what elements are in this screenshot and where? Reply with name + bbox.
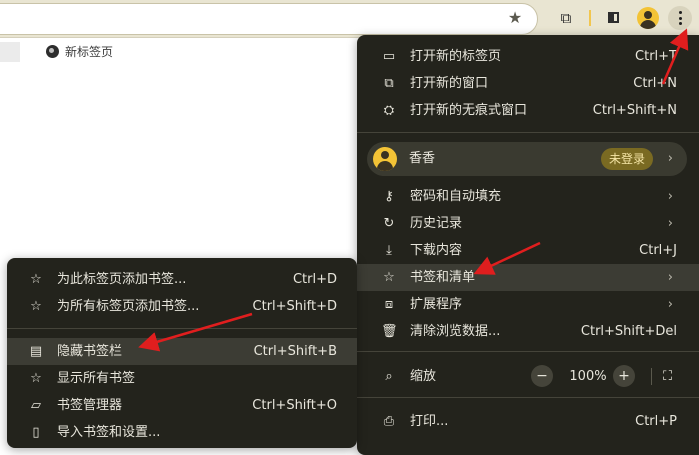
- chevron-right-icon: ›: [667, 297, 673, 312]
- submenu-hide-bookmarks-bar[interactable]: ▤ 隐藏书签栏 Ctrl+Shift+B: [7, 338, 357, 365]
- menu-divider: [357, 132, 699, 133]
- menu-label: 打开新的无痕式窗口: [410, 103, 528, 118]
- profile-avatar-icon[interactable]: [637, 7, 659, 29]
- sign-in-status-badge[interactable]: 未登录: [601, 148, 654, 170]
- menu-label: 书签和清单: [410, 270, 476, 285]
- bookmark-new-tab[interactable]: 新标签页: [46, 44, 113, 60]
- menu-shortcut: Ctrl+N: [633, 76, 677, 91]
- chevron-right-icon: ›: [667, 151, 673, 166]
- star-icon[interactable]: ★: [505, 8, 525, 28]
- menu-passwords-autofill[interactable]: ⚷ 密码和自动填充 ›: [357, 183, 699, 210]
- submenu-import-bookmarks[interactable]: ▯ 导入书签和设置...: [7, 419, 357, 446]
- submenu-bookmark-this-tab[interactable]: ☆ 为此标签页添加书签... Ctrl+D: [7, 266, 357, 293]
- menu-label: 书签管理器: [57, 398, 123, 413]
- zoom-out-button[interactable]: −: [531, 365, 553, 387]
- chevron-right-icon: ›: [667, 189, 673, 204]
- folder-icon: ▱: [31, 398, 41, 413]
- menu-label: 历史记录: [410, 216, 463, 231]
- star-outline-icon: ☆: [30, 299, 42, 314]
- key-icon: ⚷: [384, 189, 394, 204]
- menu-label: 下载内容: [410, 243, 463, 258]
- menu-label: 导入书签和设置...: [57, 425, 161, 440]
- bookmark-placeholder: [0, 42, 20, 62]
- menu-label: 扩展程序: [410, 297, 463, 312]
- menu-shortcut: Ctrl+T: [635, 49, 677, 64]
- star-outline-icon: ☆: [30, 272, 42, 287]
- menu-extensions[interactable]: ⧈ 扩展程序 ›: [357, 291, 699, 318]
- extension-icon[interactable]: ⧉: [556, 8, 576, 28]
- book-icon: ▯: [32, 425, 40, 440]
- side-panel-icon[interactable]: [603, 8, 623, 28]
- menu-shortcut: Ctrl+J: [639, 243, 677, 258]
- trash-icon: 🗑: [381, 324, 398, 339]
- menu-label: 打开新的标签页: [410, 49, 502, 64]
- menu-shortcut: Ctrl+D: [292, 272, 337, 287]
- submenu-bookmark-all-tabs[interactable]: ☆ 为所有标签页添加书签... Ctrl+Shift+D: [7, 293, 357, 320]
- menu-label: 密码和自动填充: [410, 189, 502, 204]
- menu-downloads[interactable]: ⤓ 下载内容 Ctrl+J: [357, 237, 699, 264]
- address-bar[interactable]: [0, 3, 538, 35]
- bookmark-label: 新标签页: [65, 45, 114, 59]
- menu-label: 显示所有书签: [57, 371, 136, 386]
- menu-divider: [357, 351, 699, 352]
- more-menu-icon[interactable]: [668, 6, 692, 30]
- zoom-icon: ⌕: [385, 369, 393, 384]
- menu-history[interactable]: ↻ 历史记录 ›: [357, 210, 699, 237]
- new-window-icon: ⧉: [384, 76, 394, 91]
- download-icon: ⤓: [386, 243, 392, 258]
- menu-profile[interactable]: 香香 未登录 ›: [367, 142, 687, 176]
- chrome-main-menu: ▭ 打开新的标签页 Ctrl+T ⧉ 打开新的窗口 Ctrl+N ⛭ 打开新的无…: [357, 35, 699, 455]
- menu-bookmarks-lists[interactable]: ☆ 书签和清单 ›: [357, 264, 699, 291]
- chevron-right-icon: ›: [667, 270, 673, 285]
- star-outline-icon: ☆: [30, 371, 42, 386]
- menu-zoom: ⌕ 缩放 − 100% + ⛶: [357, 363, 699, 390]
- zoom-in-button[interactable]: +: [613, 365, 635, 387]
- menu-label: 清除浏览数据...: [410, 324, 501, 339]
- menu-shortcut: Ctrl+Shift+O: [252, 398, 337, 413]
- submenu-bookmark-manager[interactable]: ▱ 书签管理器 Ctrl+Shift+O: [7, 392, 357, 419]
- zoom-level: 100%: [569, 369, 607, 384]
- toolbar-divider: [589, 10, 591, 26]
- submenu-show-all-bookmarks[interactable]: ☆ 显示所有书签: [7, 365, 357, 392]
- menu-divider: [357, 397, 699, 398]
- globe-icon: [46, 45, 59, 58]
- new-tab-icon: ▭: [382, 49, 396, 64]
- chevron-right-icon: ›: [667, 216, 673, 231]
- menu-label: 打印...: [410, 414, 449, 429]
- menu-label: 为所有标签页添加书签...: [57, 299, 200, 314]
- browser-toolbar: ★ ⧉: [0, 0, 699, 38]
- menu-new-window[interactable]: ⧉ 打开新的窗口 Ctrl+N: [357, 70, 699, 97]
- menu-label: 缩放: [410, 369, 437, 384]
- fullscreen-icon[interactable]: ⛶: [663, 363, 672, 390]
- menu-label: 打开新的窗口: [410, 76, 489, 91]
- menu-shortcut: Ctrl+Shift+B: [253, 344, 337, 359]
- zoom-divider: [651, 368, 652, 385]
- menu-clear-browsing-data[interactable]: 🗑 清除浏览数据... Ctrl+Shift+Del: [357, 318, 699, 345]
- profile-name: 香香: [409, 151, 436, 166]
- incognito-icon: ⛭: [383, 103, 395, 118]
- menu-label: 隐藏书签栏: [57, 344, 123, 359]
- bookmarks-submenu: ☆ 为此标签页添加书签... Ctrl+D ☆ 为所有标签页添加书签... Ct…: [7, 258, 357, 448]
- history-icon: ↻: [383, 216, 395, 231]
- puzzle-icon: ⧈: [384, 297, 394, 312]
- menu-shortcut: Ctrl+Shift+D: [252, 299, 337, 314]
- star-outline-icon: ☆: [383, 270, 395, 285]
- menu-shortcut: Ctrl+Shift+Del: [580, 324, 677, 339]
- menu-shortcut: Ctrl+Shift+N: [592, 103, 677, 118]
- menu-new-tab[interactable]: ▭ 打开新的标签页 Ctrl+T: [357, 43, 699, 70]
- bookmarks-bar-icon: ▤: [29, 344, 43, 359]
- menu-new-incognito[interactable]: ⛭ 打开新的无痕式窗口 Ctrl+Shift+N: [357, 97, 699, 124]
- printer-icon: ⎙: [383, 414, 395, 429]
- menu-divider: [7, 328, 357, 329]
- menu-print[interactable]: ⎙ 打印... Ctrl+P: [357, 408, 699, 435]
- menu-label: 为此标签页添加书签...: [57, 272, 187, 287]
- menu-shortcut: Ctrl+P: [635, 414, 677, 429]
- profile-avatar-icon: [373, 147, 397, 171]
